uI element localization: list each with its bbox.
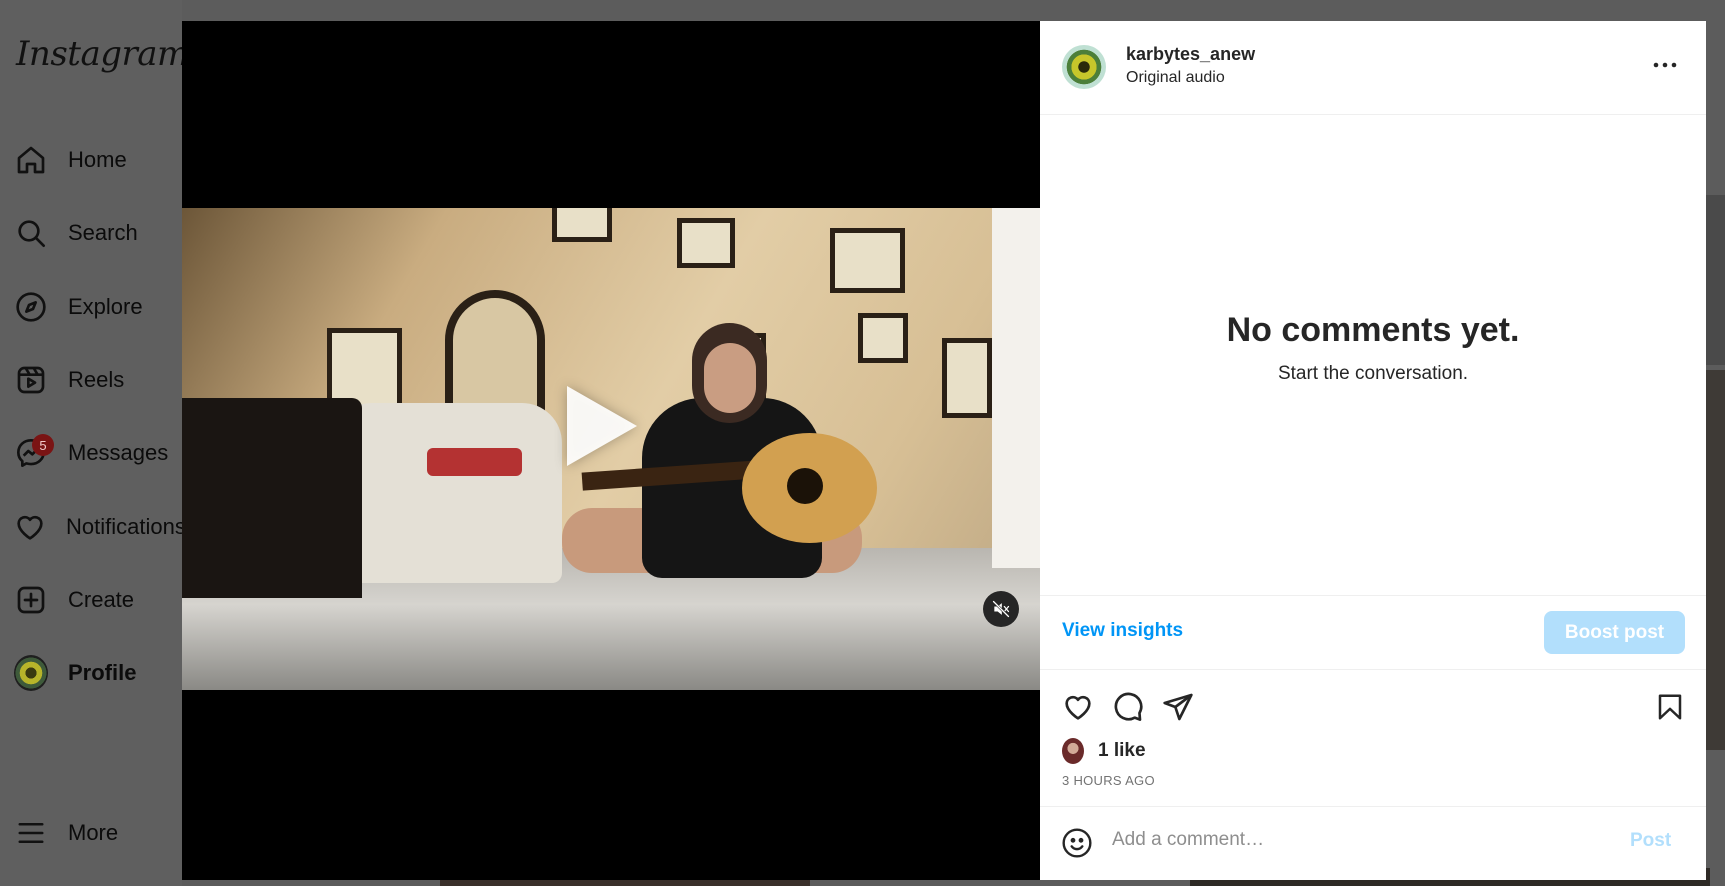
insights-bar: View insights Boost post	[1040, 595, 1706, 670]
bookmark-icon	[1658, 694, 1682, 720]
like-button[interactable]	[1060, 689, 1096, 725]
post-actions	[1040, 681, 1706, 731]
video-player[interactable]	[182, 208, 1040, 690]
post-timestamp[interactable]: 3 HOURS AGO	[1062, 773, 1155, 788]
sidebar-item-label: Messages	[68, 440, 169, 465]
background-tile	[1706, 195, 1725, 365]
video-scene-picture	[830, 228, 905, 293]
post-details-panel: karbytes_anew Original audio No comments…	[1040, 21, 1706, 880]
comments-section: No comments yet. Start the conversation.	[1040, 115, 1706, 615]
mute-button[interactable]	[983, 591, 1019, 627]
comment-input[interactable]	[1112, 825, 1552, 855]
sidebar-item-label: More	[68, 820, 119, 845]
emoji-icon	[1062, 828, 1092, 858]
messages-badge: 5	[32, 434, 54, 456]
sidebar-item-explore[interactable]: Explore	[14, 287, 184, 327]
send-icon	[1163, 693, 1193, 721]
heart-icon	[1065, 695, 1091, 720]
sidebar-item-label: Profile	[68, 660, 137, 685]
save-button[interactable]	[1652, 689, 1688, 725]
view-insights-link[interactable]: View insights	[1062, 620, 1183, 642]
sidebar-item-search[interactable]: Search	[14, 213, 184, 253]
no-comments-title: No comments yet.	[1226, 311, 1520, 349]
post-media	[182, 21, 1040, 880]
plus-square-icon	[14, 583, 48, 617]
heart-icon	[14, 510, 46, 544]
sidebar-item-more[interactable]: More	[14, 813, 184, 853]
search-icon	[14, 216, 48, 250]
boost-post-button[interactable]: Boost post	[1544, 611, 1685, 654]
likes-row[interactable]: 1 like	[1062, 737, 1146, 765]
sidebar-item-label: Explore	[68, 294, 143, 319]
sidebar-item-notifications[interactable]: Notifications	[14, 507, 186, 547]
sidebar-item-label: Home	[68, 147, 127, 172]
compass-icon	[14, 290, 48, 324]
sidebar-item-create[interactable]: Create	[14, 580, 184, 620]
profile-avatar	[14, 655, 48, 691]
muted-speaker-icon	[992, 600, 1010, 618]
sidebar-item-home[interactable]: Home	[14, 140, 184, 180]
play-icon[interactable]	[567, 386, 637, 466]
post-header: karbytes_anew Original audio	[1040, 21, 1706, 115]
sidebar-item-label: Reels	[68, 367, 125, 392]
post-username[interactable]: karbytes_anew	[1126, 44, 1255, 65]
emoji-button[interactable]	[1060, 826, 1094, 860]
comment-button[interactable]	[1110, 689, 1146, 725]
video-scene-table	[182, 398, 362, 598]
video-scene-couch	[332, 403, 562, 583]
video-scene-picture	[942, 338, 992, 418]
sidebar-item-label: Create	[68, 587, 135, 612]
like-count[interactable]: 1 like	[1098, 740, 1146, 762]
audio-label[interactable]: Original audio	[1126, 69, 1225, 87]
liker-avatar	[1062, 738, 1084, 764]
video-scene-picture	[677, 218, 735, 268]
menu-icon	[14, 816, 48, 850]
video-scene-picture	[858, 313, 908, 363]
video-scene-face	[704, 343, 756, 413]
instagram-logo[interactable]: Instagram	[16, 34, 189, 74]
sidebar-item-reels[interactable]: Reels	[14, 360, 184, 400]
sidebar-item-profile[interactable]: Profile	[14, 653, 184, 693]
video-scene-pillow	[427, 448, 522, 476]
video-scene-window	[992, 208, 1040, 568]
comment-icon	[1114, 692, 1143, 721]
sidebar-item-label: Notifications	[66, 514, 186, 539]
home-icon	[14, 143, 48, 177]
sidebar-item-label: Search	[68, 220, 138, 245]
video-scene-guitar-hole	[787, 468, 823, 504]
background-tile	[1706, 370, 1725, 750]
more-options-button[interactable]	[1650, 53, 1680, 77]
messenger-icon: 5	[14, 434, 54, 470]
comment-bar: Post	[1040, 806, 1706, 880]
avatar[interactable]	[1062, 45, 1106, 89]
sidebar: Instagram Home Search Explore Reels 5 Me…	[0, 0, 189, 886]
share-button[interactable]	[1160, 689, 1196, 725]
reels-icon	[14, 363, 48, 397]
no-comments-subtitle: Start the conversation.	[1277, 363, 1469, 384]
video-scene-picture	[552, 208, 612, 242]
post-comment-button[interactable]: Post	[1630, 830, 1671, 852]
sidebar-item-messages[interactable]: 5 Messages	[14, 433, 184, 473]
more-horizontal-icon	[1653, 62, 1677, 68]
